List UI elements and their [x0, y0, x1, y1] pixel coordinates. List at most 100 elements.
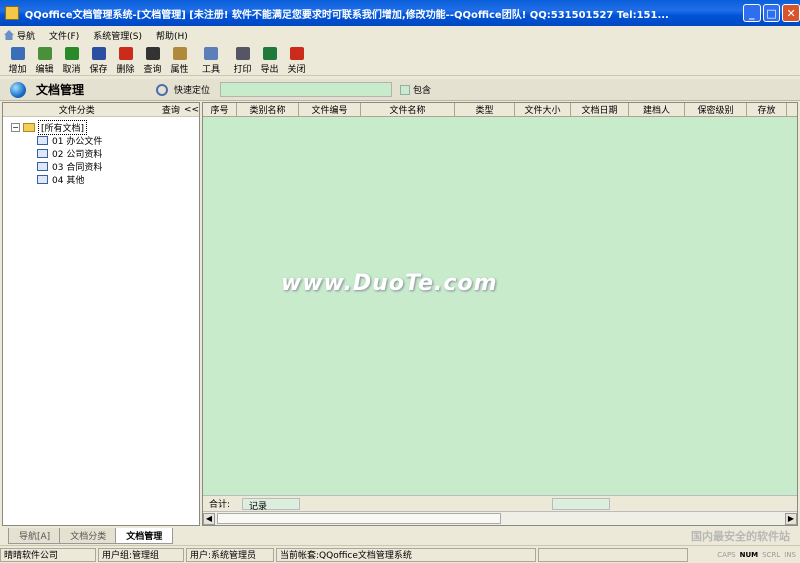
watermark: www.DuoTe.com	[281, 271, 498, 296]
tree-item[interactable]: 01 办公文件	[11, 134, 199, 147]
keyboard-indicators: CAPS NUM SCRL INS	[717, 551, 800, 559]
column-header-location[interactable]: 存放	[747, 103, 787, 116]
undo-icon	[64, 47, 79, 60]
save-button[interactable]: 保存	[85, 44, 112, 75]
status-account: 当前帐套:QQoffice文档管理系统	[276, 547, 536, 562]
binoculars-icon	[145, 47, 160, 60]
status-company: 晴晴软件公司	[0, 547, 96, 562]
properties-icon	[172, 47, 187, 60]
properties-button[interactable]: 属性	[166, 44, 193, 75]
column-header-type[interactable]: 类型	[455, 103, 515, 116]
close-label: 关闭	[287, 65, 306, 75]
query-label: 查询	[143, 65, 162, 75]
document-grid: 序号 类别名称 文件编号 文件名称 类型 文件大小 文档日期 建档人 保密级别 …	[202, 102, 798, 526]
folder-icon	[23, 122, 35, 132]
menu-label: 文件(F)	[49, 31, 80, 42]
menu-help[interactable]: 帮助(H)	[156, 29, 188, 42]
contains-label: 包含	[413, 86, 432, 96]
cancel-label: 取消	[62, 65, 81, 75]
status-bar: 晴晴软件公司 用户组:管理组 用户:系统管理员 当前帐套:QQoffice文档管…	[0, 545, 800, 563]
scroll-thumb[interactable]	[217, 513, 501, 524]
document-icon	[37, 161, 48, 171]
tools-icon	[204, 47, 218, 60]
tools-button[interactable]: 工具	[193, 44, 229, 75]
tree-item-label: 03 合同资料	[52, 162, 103, 173]
scroll-right-icon[interactable]: ▶	[785, 512, 797, 525]
total-label: 合计:	[209, 500, 231, 510]
close-button[interactable]: 关闭	[283, 44, 310, 75]
new-file-icon	[10, 47, 25, 60]
category-header: 文件分类 查询 <<	[3, 103, 199, 117]
title-bar: QQoffice文档管理系统-[文档管理] [未注册! 软件不能满足您要求时可联…	[0, 0, 800, 26]
menu-label: 系统管理(S)	[93, 31, 142, 42]
collapse-icon[interactable]: −	[11, 122, 20, 132]
collapse-panel-button[interactable]: <<	[184, 105, 199, 115]
horizontal-scrollbar[interactable]: ◀ ▶	[203, 511, 797, 525]
save-label: 保存	[89, 65, 108, 75]
menu-bar: 导航 文件(F) 系统管理(S) 帮助(H)	[0, 26, 800, 44]
menu-file[interactable]: 文件(F)	[49, 29, 79, 42]
column-header-creator[interactable]: 建档人	[629, 103, 685, 116]
close-window-button[interactable]: ✕	[782, 4, 800, 22]
query-button[interactable]: 查询	[139, 44, 166, 75]
tab-doc-management[interactable]: 文档管理	[115, 528, 174, 544]
column-header-doc-date[interactable]: 文档日期	[571, 103, 629, 116]
tree-root-label: [所有文档]	[38, 119, 88, 135]
quick-locate: 快速定位 包含	[156, 82, 431, 97]
num-indicator: NUM	[739, 550, 759, 559]
print-button[interactable]: 打印	[229, 44, 256, 75]
tree-query-button[interactable]: 查询	[150, 103, 180, 116]
tree-item[interactable]: 04 其他	[11, 173, 199, 186]
ins-indicator: INS	[784, 550, 796, 559]
document-icon	[37, 135, 48, 145]
tree-root[interactable]: − [所有文档]	[11, 119, 199, 135]
export-label: 导出	[260, 65, 279, 75]
column-header-category[interactable]: 类别名称	[237, 103, 299, 116]
tab-navigation[interactable]: 导航[A]	[8, 528, 62, 544]
module-tabs: 导航[A] 文档分类 文档管理	[0, 528, 800, 544]
maximize-button[interactable]: □	[762, 4, 781, 22]
tree-item-label: 02 公司资料	[52, 149, 103, 160]
quick-locate-label: 快速定位	[174, 86, 211, 96]
column-header-security-level[interactable]: 保密级别	[685, 103, 747, 116]
print-label: 打印	[233, 65, 252, 75]
contains-checkbox[interactable]	[400, 84, 411, 95]
scroll-left-icon[interactable]: ◀	[203, 512, 215, 525]
cancel-button[interactable]: 取消	[58, 44, 85, 75]
tab-doc-category[interactable]: 文档分类	[59, 528, 118, 544]
menu-label: 帮助(H)	[155, 31, 188, 42]
page-title: 文档管理	[36, 83, 85, 97]
column-header-file-name[interactable]: 文件名称	[361, 103, 455, 116]
grid-header: 序号 类别名称 文件编号 文件名称 类型 文件大小 文档日期 建档人 保密级别 …	[203, 103, 797, 117]
tree-item-label: 04 其他	[52, 175, 85, 186]
globe-icon	[10, 81, 26, 98]
export-button[interactable]: 导出	[256, 44, 283, 75]
printer-icon	[235, 47, 250, 60]
delete-icon	[118, 47, 133, 60]
edit-button[interactable]: 编辑	[31, 44, 58, 75]
menu-system[interactable]: 系统管理(S)	[93, 29, 142, 42]
brand-watermark: 国内最安全的软件站	[691, 530, 790, 543]
add-button[interactable]: 增加	[4, 44, 31, 75]
app-icon	[5, 6, 19, 20]
status-user: 用户:系统管理员	[186, 547, 274, 562]
menu-navigation[interactable]: 导航	[4, 29, 35, 42]
grid-footer: 合计: 记录	[203, 495, 797, 512]
tree-item[interactable]: 02 公司资料	[11, 147, 199, 160]
delete-button[interactable]: 删除	[112, 44, 139, 75]
home-icon	[4, 30, 14, 40]
tools-label: 工具	[201, 65, 220, 75]
category-panel: 文件分类 查询 << − [所有文档] 01 办公文件 02 公司资料 03 合…	[2, 102, 200, 526]
close-icon	[289, 47, 304, 60]
status-empty	[538, 547, 688, 562]
module-header: 文档管理 快速定位 包含	[0, 79, 800, 101]
column-header-file-size[interactable]: 文件大小	[515, 103, 571, 116]
menu-label: 导航	[17, 31, 36, 42]
column-header-file-number[interactable]: 文件编号	[299, 103, 361, 116]
quick-locate-input[interactable]	[220, 82, 393, 97]
minimize-button[interactable]: _	[742, 4, 761, 22]
column-header-index[interactable]: 序号	[203, 103, 237, 116]
status-user-group: 用户组:管理组	[98, 547, 184, 562]
tree-item[interactable]: 03 合同资料	[11, 160, 199, 173]
caps-indicator: CAPS	[717, 550, 736, 559]
